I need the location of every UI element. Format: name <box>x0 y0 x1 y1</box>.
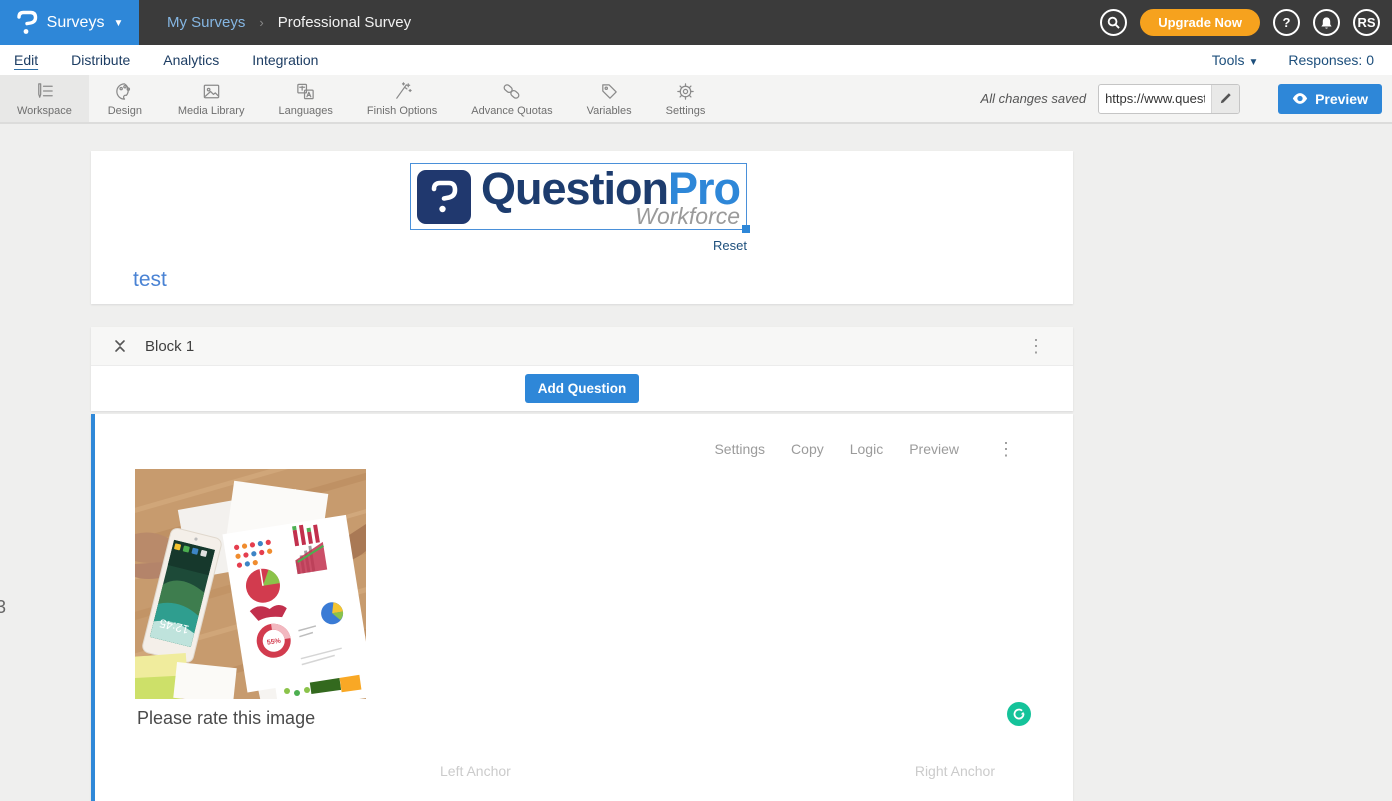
toolbar-item-label: Languages <box>278 105 332 117</box>
questionpro-logo-mark <box>417 170 471 224</box>
search-button[interactable] <box>1100 9 1127 36</box>
breadcrumb-my-surveys[interactable]: My Surveys <box>167 14 245 31</box>
breadcrumb: My Surveys › Professional Survey <box>167 14 411 31</box>
block-header: Block 1 ⋮ <box>91 327 1073 366</box>
variables-tag-icon <box>599 81 620 102</box>
survey-logo-selected[interactable]: QuestionPro Workforce <box>410 163 747 230</box>
block-card: Block 1 ⋮ Add Question <box>91 327 1073 411</box>
survey-logo-block: QuestionPro Workforce Reset <box>410 163 747 253</box>
survey-url-input[interactable] <box>1099 91 1211 106</box>
responses-count[interactable]: Responses: 0 <box>1288 52 1374 68</box>
tools-dropdown[interactable]: Tools▼ <box>1212 52 1259 68</box>
toolbar-item-label: Advance Quotas <box>471 105 552 117</box>
help-button[interactable]: ? <box>1273 9 1300 36</box>
block-name[interactable]: Block 1 <box>145 338 194 355</box>
eye-icon <box>1292 93 1308 104</box>
tab-distribute[interactable]: Distribute <box>71 52 130 68</box>
topbar: Surveys ▼ My Surveys › Professional Surv… <box>0 0 1392 45</box>
anchor-row: Left Anchor Right Anchor <box>95 763 1073 779</box>
toolbar-item-label: Workspace <box>17 105 72 117</box>
save-status: All changes saved <box>981 91 1087 106</box>
toolbar-item-label: Finish Options <box>367 105 437 117</box>
toolbar-item-label: Design <box>108 105 142 117</box>
question-settings-link[interactable]: Settings <box>714 441 765 457</box>
add-question-button[interactable]: Add Question <box>525 374 640 403</box>
avatar[interactable]: RS <box>1353 9 1380 36</box>
toolbar-right: All changes saved Preview <box>981 75 1392 122</box>
logo-reset-link[interactable]: Reset <box>410 238 747 253</box>
toolbar-item-advance-quotas[interactable]: Advance Quotas <box>454 75 569 122</box>
search-icon <box>1107 16 1120 29</box>
question-actions: Settings Copy Logic Preview ⋮ <box>95 414 1073 460</box>
toolbar-item-label: Settings <box>666 105 706 117</box>
question-preview-link[interactable]: Preview <box>909 441 959 457</box>
chevron-down-icon: ▼ <box>113 18 123 29</box>
grammarly-icon <box>1012 707 1026 721</box>
breadcrumb-current-survey: Professional Survey <box>278 14 411 31</box>
question-card: Settings Copy Logic Preview ⋮ <box>91 414 1073 801</box>
preview-button[interactable]: Preview <box>1278 84 1382 114</box>
questionpro-p-icon <box>429 179 459 215</box>
grammarly-button[interactable] <box>1007 702 1031 726</box>
toolbar-item-settings[interactable]: Settings <box>649 75 723 122</box>
survey-editor-content: 3 QuestionPro Workforce <box>0 124 1392 799</box>
questionpro-app: Surveys ▼ My Surveys › Professional Surv… <box>0 0 1392 801</box>
block-collapse-button[interactable] <box>113 338 127 354</box>
survey-title-text[interactable]: test <box>133 268 167 292</box>
pencil-icon <box>1219 92 1232 105</box>
toolbar-item-workspace[interactable]: Workspace <box>0 75 89 122</box>
brand-wordmark: QuestionPro Workforce <box>481 166 740 228</box>
toolbar-item-languages[interactable]: Languages <box>261 75 349 122</box>
question-text-row: Please rate this image <box>137 708 1031 729</box>
resize-handle[interactable] <box>742 225 750 233</box>
tab-integration[interactable]: Integration <box>252 52 318 68</box>
surveys-menu-label: Surveys <box>47 14 105 32</box>
toolbar-item-media-library[interactable]: Media Library <box>161 75 262 122</box>
notifications-button[interactable] <box>1313 9 1340 36</box>
survey-column: QuestionPro Workforce Reset test <box>91 151 1073 801</box>
settings-gear-icon <box>675 81 696 102</box>
question-text[interactable]: Please rate this image <box>137 708 315 729</box>
workspace-toolbar: Workspace Design Media Library <box>0 75 1392 124</box>
survey-header-card: QuestionPro Workforce Reset test <box>91 151 1073 304</box>
questionpro-logo-icon <box>16 10 38 36</box>
subnav-tabs: Edit Distribute Analytics Integration <box>14 52 318 68</box>
survey-url-box <box>1098 84 1240 114</box>
design-palette-icon <box>114 81 135 102</box>
preview-button-label: Preview <box>1315 91 1368 107</box>
toolbar-item-finish-options[interactable]: Finish Options <box>350 75 454 122</box>
edit-url-button[interactable] <box>1211 85 1239 113</box>
surveys-menu[interactable]: Surveys ▼ <box>0 0 139 45</box>
media-library-icon <box>201 81 222 102</box>
toolbar-item-label: Media Library <box>178 105 245 117</box>
languages-icon <box>295 81 316 102</box>
right-anchor-field[interactable]: Right Anchor <box>915 763 995 779</box>
question-number-marker: 3 <box>0 597 6 618</box>
tab-edit[interactable]: Edit <box>14 52 38 68</box>
breadcrumb-separator: › <box>259 15 263 30</box>
question-image[interactable]: 55% <box>135 469 366 699</box>
collapse-icon <box>113 338 127 354</box>
advance-quotas-link-icon <box>501 81 522 102</box>
upgrade-now-button[interactable]: Upgrade Now <box>1140 9 1260 36</box>
toolbar-item-label: Variables <box>587 105 632 117</box>
topbar-actions: Upgrade Now ? RS <box>1100 9 1392 36</box>
toolbar-item-variables[interactable]: Variables <box>570 75 649 122</box>
subnav-right: Tools▼ Responses: 0 <box>1212 52 1378 68</box>
block-body: Add Question <box>91 366 1073 411</box>
chevron-down-icon: ▼ <box>1248 57 1258 68</box>
workspace-icon <box>34 81 55 102</box>
block-menu-kebab[interactable]: ⋮ <box>1021 335 1051 357</box>
question-menu-kebab[interactable]: ⋮ <box>991 438 1021 460</box>
toolbar-item-design[interactable]: Design <box>89 75 161 122</box>
question-logic-link[interactable]: Logic <box>850 441 883 457</box>
tools-label: Tools <box>1212 52 1245 68</box>
tab-analytics[interactable]: Analytics <box>163 52 219 68</box>
finish-options-wand-icon <box>392 81 413 102</box>
survey-subnav: Edit Distribute Analytics Integration To… <box>0 45 1392 75</box>
bell-icon <box>1320 16 1333 30</box>
left-anchor-field[interactable]: Left Anchor <box>440 763 511 779</box>
question-copy-link[interactable]: Copy <box>791 441 824 457</box>
